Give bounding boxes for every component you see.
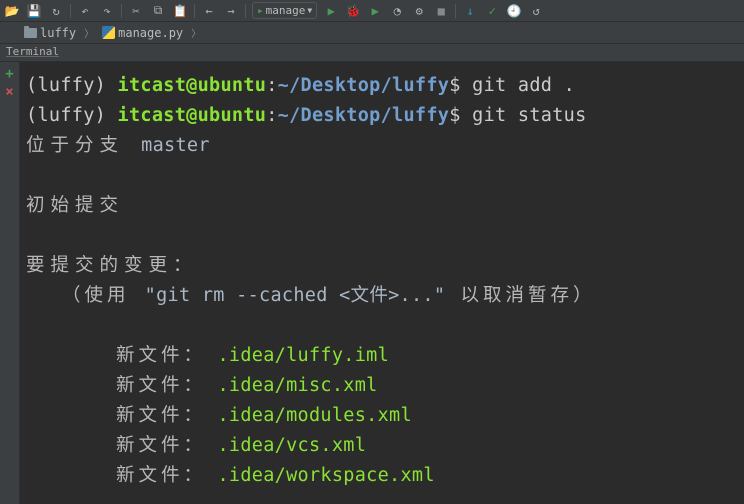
terminal-line: 初始提交 bbox=[26, 191, 734, 221]
separator bbox=[455, 4, 456, 18]
cut-icon[interactable]: ✂ bbox=[128, 3, 144, 19]
breadcrumb-project[interactable]: luffy bbox=[18, 22, 82, 44]
separator bbox=[70, 4, 71, 18]
chevron-down-icon: ▼ bbox=[307, 6, 312, 15]
stop-icon[interactable]: ■ bbox=[433, 3, 449, 19]
terminal-line: 新文件： .idea/misc.xml bbox=[26, 371, 734, 401]
terminal-line bbox=[26, 161, 734, 191]
profile-icon[interactable]: ◔ bbox=[389, 3, 405, 19]
forward-icon[interactable]: → bbox=[223, 3, 239, 19]
save-icon[interactable]: 💾 bbox=[26, 3, 42, 19]
vcs-commit-icon[interactable]: ✓ bbox=[484, 3, 500, 19]
redo-icon[interactable]: ↷ bbox=[99, 3, 115, 19]
terminal-line: 位于分支 master bbox=[26, 131, 734, 161]
terminal-line: 新文件： .idea/vcs.xml bbox=[26, 431, 734, 461]
attach-icon[interactable]: ⚙ bbox=[411, 3, 427, 19]
new-session-icon[interactable]: + bbox=[5, 66, 13, 82]
close-session-icon[interactable]: × bbox=[5, 84, 13, 100]
terminal-gutter: + × bbox=[0, 62, 20, 504]
terminal-line: (luffy) itcast@ubuntu:~/Desktop/luffy$ g… bbox=[26, 71, 734, 101]
separator bbox=[121, 4, 122, 18]
open-icon[interactable]: 📂 bbox=[4, 3, 20, 19]
back-icon[interactable]: ← bbox=[201, 3, 217, 19]
breadcrumb-project-label: luffy bbox=[40, 26, 76, 40]
separator bbox=[194, 4, 195, 18]
panel-title: Terminal bbox=[6, 45, 59, 58]
debug-icon[interactable]: 🐞 bbox=[345, 3, 361, 19]
terminal-line: 新文件： .idea/workspace.xml bbox=[26, 461, 734, 491]
run-config-icon: ▸ bbox=[257, 4, 264, 17]
run-icon[interactable]: ▶ bbox=[323, 3, 339, 19]
run-coverage-icon[interactable]: ▶ bbox=[367, 3, 383, 19]
breadcrumb-bar: luffy 〉 manage.py 〉 bbox=[0, 22, 744, 44]
chevron-right-icon: 〉 bbox=[189, 25, 203, 40]
refresh-icon[interactable]: ↻ bbox=[48, 3, 64, 19]
terminal-line: （使用 "git rm --cached <文件>..." 以取消暂存） bbox=[26, 281, 734, 311]
terminal-line: 新文件： .idea/modules.xml bbox=[26, 401, 734, 431]
vcs-revert-icon[interactable]: ↺ bbox=[528, 3, 544, 19]
vcs-history-icon[interactable]: 🕘 bbox=[506, 3, 522, 19]
run-config-label: manage bbox=[266, 4, 306, 17]
terminal-line bbox=[26, 311, 734, 341]
terminal-line bbox=[26, 221, 734, 251]
terminal-panel-header[interactable]: Terminal bbox=[0, 44, 744, 62]
undo-icon[interactable]: ↶ bbox=[77, 3, 93, 19]
vcs-update-icon[interactable]: ↓ bbox=[462, 3, 478, 19]
python-file-icon bbox=[102, 26, 115, 39]
chevron-right-icon: 〉 bbox=[82, 25, 96, 40]
run-config-dropdown[interactable]: ▸ manage ▼ bbox=[252, 2, 317, 19]
folder-icon bbox=[24, 28, 37, 38]
main-toolbar: 📂 💾 ↻ ↶ ↷ ✂ ⧉ 📋 ← → ▸ manage ▼ ▶ 🐞 ▶ ◔ ⚙… bbox=[0, 0, 744, 22]
terminal-content[interactable]: (luffy) itcast@ubuntu:~/Desktop/luffy$ g… bbox=[20, 62, 744, 504]
separator bbox=[245, 4, 246, 18]
terminal-line: (luffy) itcast@ubuntu:~/Desktop/luffy$ g… bbox=[26, 101, 734, 131]
main-area: + × (luffy) itcast@ubuntu:~/Desktop/luff… bbox=[0, 62, 744, 504]
terminal-line: 新文件： .idea/luffy.iml bbox=[26, 341, 734, 371]
terminal-line: 要提交的变更： bbox=[26, 251, 734, 281]
breadcrumb-file-label: manage.py bbox=[118, 26, 183, 40]
breadcrumb-file[interactable]: manage.py bbox=[96, 22, 189, 44]
copy-icon[interactable]: ⧉ bbox=[150, 3, 166, 19]
paste-icon[interactable]: 📋 bbox=[172, 3, 188, 19]
